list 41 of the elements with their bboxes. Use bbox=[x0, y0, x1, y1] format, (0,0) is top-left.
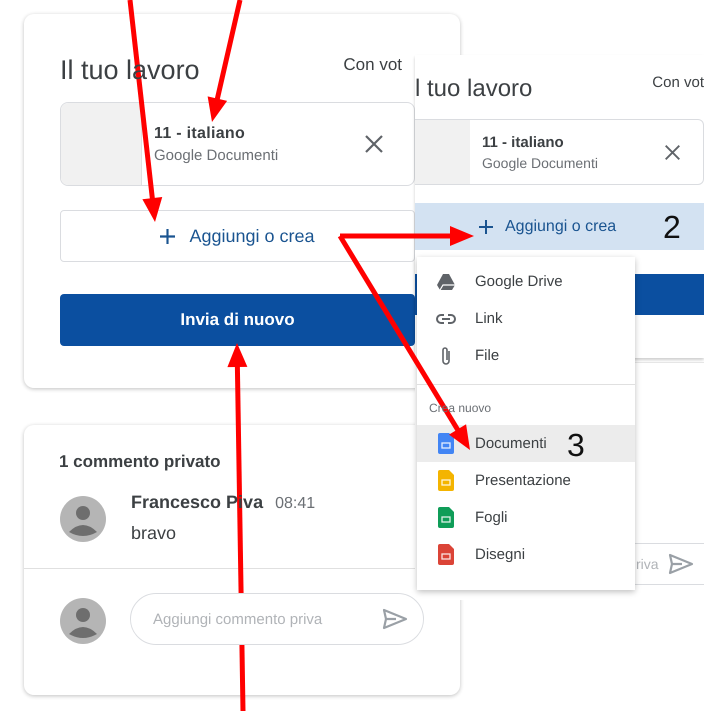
document-icon bbox=[438, 433, 454, 454]
drive-icon bbox=[436, 272, 456, 290]
comment-text: bravo bbox=[131, 523, 178, 544]
comment-time: 08:41 bbox=[275, 495, 316, 513]
menu-item[interactable]: Fogli bbox=[417, 499, 635, 536]
close-icon[interactable] bbox=[664, 144, 681, 160]
menu-item[interactable]: Google Drive bbox=[417, 263, 635, 300]
plus-icon bbox=[479, 220, 493, 234]
attachment-card[interactable]: 11 - italiano Google Documenti bbox=[415, 119, 704, 185]
document-icon bbox=[438, 507, 454, 528]
document-icon bbox=[438, 470, 454, 491]
submit-button[interactable]: Invia di nuovo bbox=[60, 294, 415, 346]
panel-title: l tuo lavoro bbox=[415, 75, 532, 103]
step-number: 2 bbox=[663, 211, 681, 243]
menu-item[interactable]: File bbox=[417, 337, 635, 374]
menu-item[interactable]: Link bbox=[417, 300, 635, 337]
attachment-type: Google Documenti bbox=[154, 146, 280, 164]
attachment-name: 11 - italiano bbox=[154, 124, 246, 142]
send-icon[interactable] bbox=[668, 553, 694, 575]
comments-heading: 1 commento privato bbox=[59, 452, 222, 472]
avatar-icon bbox=[60, 496, 106, 542]
add-button[interactable]: Aggiungi o crea bbox=[60, 210, 415, 262]
step-number: 3 bbox=[567, 429, 585, 461]
grade-label: Con vot bbox=[652, 74, 704, 90]
attachment-card[interactable]: 11 - italiano Google Documenti bbox=[60, 102, 415, 186]
menu-item[interactable]: Presentazione bbox=[417, 462, 635, 499]
attachment-type: Google Documenti bbox=[482, 154, 599, 170]
comment-field[interactable]: Aggiungi commento priva bbox=[130, 593, 424, 645]
attachment-thumbnail bbox=[415, 120, 470, 184]
add-button[interactable]: Aggiungi o crea 2 bbox=[415, 203, 704, 250]
send-icon[interactable] bbox=[382, 608, 408, 630]
document-icon bbox=[438, 544, 454, 565]
plus-icon bbox=[160, 228, 176, 244]
avatar-icon bbox=[60, 598, 106, 644]
menu-item[interactable]: Disegni bbox=[417, 536, 635, 573]
close-icon[interactable] bbox=[364, 134, 384, 154]
menu-item[interactable]: Documenti 3 bbox=[417, 425, 635, 462]
attachment-name: 11 - italiano bbox=[482, 134, 565, 150]
grade-label: Con vot bbox=[343, 55, 402, 75]
paperclip-icon bbox=[440, 344, 452, 366]
link-icon bbox=[435, 312, 457, 324]
